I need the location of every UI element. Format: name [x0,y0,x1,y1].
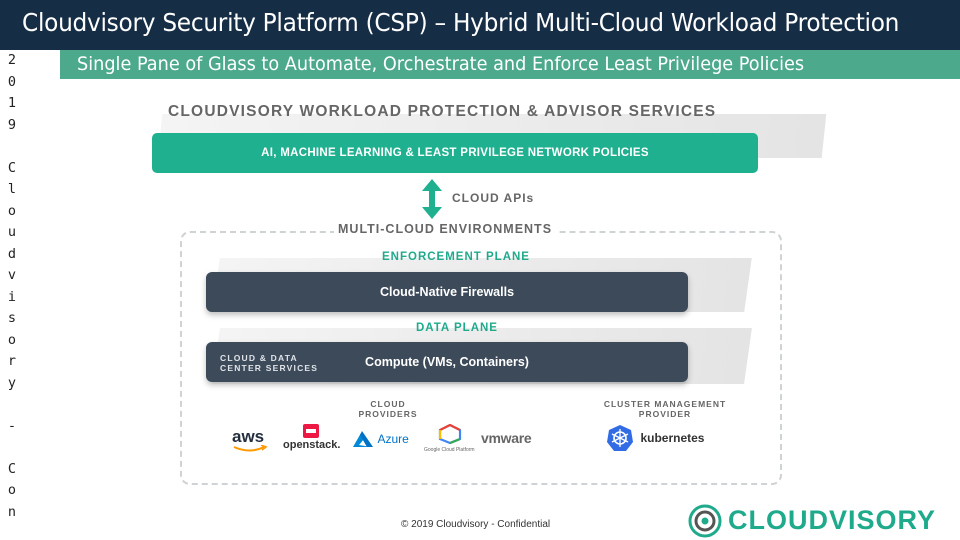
vertical-char: 2 [7,52,17,68]
azure-icon [353,430,373,447]
aws-logo: aws [232,427,268,452]
vertical-char: 1 [7,95,17,111]
vertical-char [6,136,18,158]
vertical-char: o [7,482,17,498]
kubernetes-logo: kubernetes [606,424,704,452]
vertical-char: r [7,353,17,369]
vertical-char: i [7,288,17,305]
vertical-side-text: 2019 Cloudvisory - Con [6,50,18,523]
cloud-native-firewalls-bar: Cloud-Native Firewalls [206,272,688,312]
vertical-char: v [7,267,17,283]
vertical-char [6,394,18,416]
cloud-apis-label: CLOUD APIs [452,191,535,205]
aws-smile-icon [233,445,268,452]
vertical-char: n [7,503,17,520]
openstack-icon [303,424,319,438]
multicloud-heading: MULTI-CLOUD ENVIRONMENTS [334,222,557,236]
compute-label: Compute (VMs, Containers) [365,355,529,369]
firewalls-label: Cloud-Native Firewalls [379,285,515,299]
enforcement-heading: ENFORCEMENT PLANE [382,251,530,263]
azure-logo: Azure [353,430,409,448]
google-cloud-icon [438,424,462,444]
vertical-char: - [7,417,17,434]
slide-subtitle: Single Pane of Glass to Automate, Orches… [77,53,805,75]
vertical-char: o [7,202,17,219]
cloud-dc-services-label: CLOUD & DATA CENTER SERVICES [220,353,319,373]
vertical-char: o [7,331,17,348]
data-plane-heading: DATA PLANE [416,322,498,334]
cloudvisory-logo-icon [688,504,722,538]
cloud-providers-heading: CLOUD PROVIDERS [358,399,418,419]
vertical-char: d [7,245,17,262]
compute-bar: CLOUD & DATA CENTER SERVICES Compute (VM… [206,342,688,382]
bidirectional-arrow-icon [422,179,442,219]
slide-title: Cloudvisory Security Platform (CSP) – Hy… [22,8,900,37]
kubernetes-helm-icon [607,425,633,451]
brand-wordmark: CLOUDVISORY [728,505,937,535]
ai-policies-bar: AI, MACHINE LEARNING & LEAST PRIVILEGE N… [152,133,758,173]
vertical-char: 9 [7,116,17,133]
vertical-char: s [7,310,17,326]
cluster-mgmt-heading: CLUSTER MANAGEMENT PROVIDER [603,399,727,419]
services-heading: CLOUDVISORY WORKLOAD PROTECTION & ADVISO… [168,103,717,120]
vertical-char: y [7,374,17,391]
vertical-char: u [7,224,17,240]
vertical-char: l [7,181,17,197]
vmware-logo: vmware [481,430,532,446]
vertical-char: C [7,159,17,176]
footer-text: © 2019 Cloudvisory - Confidential [401,519,551,530]
vertical-char: 0 [7,73,17,90]
vertical-char [6,437,18,459]
vertical-char: C [7,460,17,477]
